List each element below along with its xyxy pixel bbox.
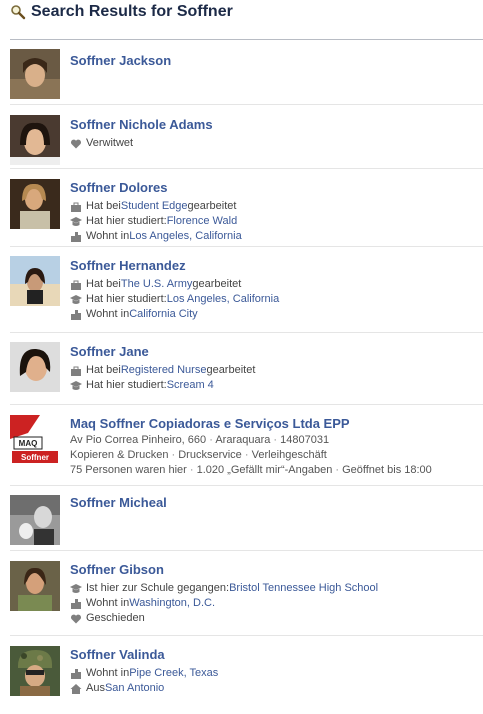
education-link[interactable]: Los Angeles, California (167, 292, 280, 307)
profile-photo[interactable] (10, 495, 60, 545)
profile-photo[interactable] (10, 646, 60, 696)
magnifier-icon (10, 4, 26, 20)
profile-photo[interactable] (10, 561, 60, 611)
work-detail: Hat bei Registered Nurse gearbeitet (70, 363, 483, 378)
hometown-detail: Aus San Antonio (70, 681, 483, 696)
result-name-link[interactable]: Soffner Valinda (70, 647, 483, 663)
result-item: Soffner Valinda Wohnt in Pipe Creek, Tex… (10, 636, 483, 706)
briefcase-icon (70, 365, 82, 377)
work-link[interactable]: Registered Nurse (121, 363, 207, 378)
result-item: Soffner Gibson Ist hier zur Schule gegan… (10, 551, 483, 636)
result-name-link[interactable]: Soffner Gibson (70, 562, 483, 578)
result-item: Soffner Jackson (10, 40, 483, 105)
page-categories: Kopieren & Drucken · Druckservice · Verl… (70, 449, 327, 461)
location-link[interactable]: Washington, D.C. (129, 596, 215, 611)
profile-photo[interactable] (10, 256, 60, 306)
city-icon (70, 231, 82, 243)
result-item: Soffner Jane Hat bei Registered Nurse ge… (10, 333, 483, 405)
work-link[interactable]: Student Edge (121, 199, 188, 214)
graduation-cap-icon (70, 380, 82, 392)
location-detail: Wohnt in Los Angeles, California (70, 229, 483, 244)
location-link[interactable]: Los Angeles, California (129, 229, 242, 244)
result-item: Soffner Hernandez Hat bei The U.S. Army … (10, 247, 483, 333)
work-detail: Hat bei Student Edge gearbeitet (70, 199, 483, 214)
city-icon (70, 598, 82, 610)
heart-icon (70, 138, 82, 150)
result-name-link[interactable]: Soffner Jackson (70, 53, 483, 69)
page-stats: 75 Personen waren hier · 1.020 „Gefällt … (70, 464, 432, 476)
result-name-link[interactable]: Soffner Hernandez (70, 258, 483, 274)
relationship-status: Verwitwet (70, 136, 483, 151)
work-link[interactable]: The U.S. Army (121, 277, 193, 292)
location-detail: Wohnt in Washington, D.C. (70, 596, 483, 611)
briefcase-icon (70, 201, 82, 213)
result-item: Soffner Micheal (10, 486, 483, 551)
briefcase-icon (70, 279, 82, 291)
relationship-status: Geschieden (70, 611, 483, 626)
result-name-link[interactable]: Soffner Dolores (70, 180, 483, 196)
graduation-cap-icon (70, 294, 82, 306)
results-list: Soffner Jackson Soffner Nichole Adams Ve… (10, 40, 483, 706)
graduation-cap-icon (70, 216, 82, 228)
location-detail: Wohnt in Pipe Creek, Texas (70, 666, 483, 681)
result-item-page: MAQ Soffner Maq Soffner Copiadoras e Serv… (10, 405, 483, 486)
education-detail: Hat hier studiert: Scream 4 (70, 378, 483, 393)
profile-photo[interactable] (10, 179, 60, 229)
heart-icon (70, 613, 82, 625)
logo-text-top: MAQ (19, 439, 38, 448)
result-name-link[interactable]: Maq Soffner Copiadoras e Serviços Ltda E… (70, 416, 483, 432)
page-address: Av Pio Correa Pinheiro, 660 · Araraquara… (70, 434, 330, 446)
education-detail: Hat hier studiert: Florence Wald (70, 214, 483, 229)
result-name-link[interactable]: Soffner Nichole Adams (70, 117, 483, 133)
location-detail: Wohnt in California City (70, 307, 483, 322)
logo-text-bottom: Soffner (21, 453, 49, 462)
education-link[interactable]: Scream 4 (167, 378, 214, 393)
page-logo[interactable]: MAQ Soffner (10, 415, 60, 465)
education-link[interactable]: Florence Wald (167, 214, 238, 229)
result-item: Soffner Nichole Adams Verwitwet (10, 105, 483, 169)
page-title: Search Results for Soffner (31, 3, 233, 20)
work-detail: Hat bei The U.S. Army gearbeitet (70, 277, 483, 292)
home-icon (70, 683, 82, 695)
location-link[interactable]: California City (129, 307, 197, 322)
profile-photo[interactable] (10, 115, 60, 165)
result-name-link[interactable]: Soffner Micheal (70, 495, 483, 511)
city-icon (70, 668, 82, 680)
result-name-link[interactable]: Soffner Jane (70, 344, 483, 360)
location-link[interactable]: Pipe Creek, Texas (129, 666, 218, 681)
hometown-link[interactable]: San Antonio (105, 681, 164, 696)
search-results-header: Search Results for Soffner (10, 1, 233, 23)
result-item: Soffner Dolores Hat bei Student Edge gea… (10, 169, 483, 247)
graduation-cap-icon (70, 583, 82, 595)
education-detail: Ist hier zur Schule gegangen: Bristol Te… (70, 581, 483, 596)
city-icon (70, 309, 82, 321)
education-detail: Hat hier studiert: Los Angeles, Californ… (70, 292, 483, 307)
profile-photo[interactable] (10, 342, 60, 392)
education-link[interactable]: Bristol Tennessee High School (229, 581, 378, 596)
profile-photo[interactable] (10, 49, 60, 99)
